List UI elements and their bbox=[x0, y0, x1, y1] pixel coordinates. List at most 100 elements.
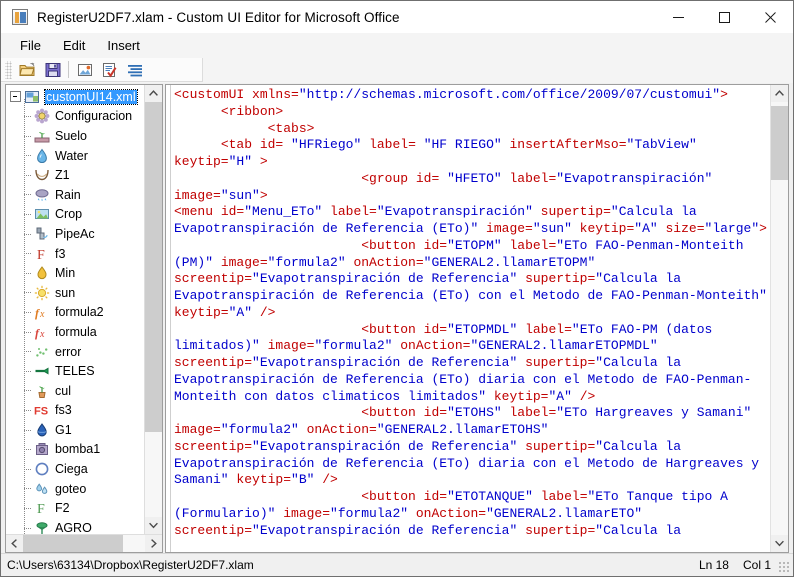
tree-scroll-left-button[interactable] bbox=[6, 535, 23, 552]
editor-scroll-up-button[interactable] bbox=[771, 85, 788, 102]
editor-scroll-down-button[interactable] bbox=[771, 535, 788, 552]
code-token-attr: supertip= bbox=[517, 522, 596, 538]
code-token-val: "formula2" bbox=[330, 505, 409, 521]
tree-item-label: sun bbox=[55, 285, 76, 300]
close-button[interactable] bbox=[747, 1, 793, 33]
svg-text:x: x bbox=[39, 329, 45, 340]
tree-item-fs3[interactable]: FS fs3 bbox=[6, 401, 144, 421]
tree-item-f2[interactable]: F F2 bbox=[6, 498, 144, 518]
code-token-val: "formula2" bbox=[314, 338, 393, 354]
tree-item-configuracion[interactable]: Configuracion bbox=[6, 107, 144, 127]
xml-code-editor[interactable]: <customUI xmlns="http://schemas.microsof… bbox=[171, 85, 770, 552]
open-file-button[interactable] bbox=[15, 58, 40, 81]
code-token-attr: onAction= bbox=[298, 422, 377, 437]
code-token-val: "large" bbox=[704, 221, 760, 236]
tree-item-label: Crop bbox=[55, 207, 83, 222]
tree-hscroll-track[interactable] bbox=[23, 535, 145, 552]
tree-scroll-up-button[interactable] bbox=[145, 85, 162, 102]
minimize-button[interactable] bbox=[655, 1, 701, 33]
tree-item-label: fs3 bbox=[55, 403, 72, 418]
code-token-tag: <customUI bbox=[174, 87, 253, 102]
fx-orange-icon: fx bbox=[34, 304, 50, 320]
insert-icon-button[interactable] bbox=[72, 58, 97, 81]
code-line: <customUI xmlns="http://schemas.microsof… bbox=[174, 87, 770, 104]
menu-item-edit[interactable]: Edit bbox=[52, 35, 96, 56]
editor-scroll-track[interactable] bbox=[771, 102, 788, 535]
resize-grip[interactable] bbox=[778, 561, 790, 573]
tree-item-ciega[interactable]: Ciega bbox=[6, 459, 144, 479]
tree-scroll-right-button[interactable] bbox=[145, 535, 162, 552]
tree-item-label: PipeAc bbox=[55, 226, 95, 241]
status-line-number: Ln 18 bbox=[698, 558, 729, 572]
format-xml-button[interactable] bbox=[122, 58, 147, 81]
code-line: <button id="ETOTANQUE" label="ETo Tanque… bbox=[174, 489, 770, 539]
tree-item-goteo[interactable]: goteo bbox=[6, 479, 144, 499]
editor-scroll-thumb[interactable] bbox=[771, 106, 788, 180]
tree-scroll-thumb[interactable] bbox=[145, 102, 162, 432]
svg-text:FS: FS bbox=[34, 406, 48, 418]
tree-item-label: Suelo bbox=[55, 128, 87, 143]
tree-scroll-down-button[interactable] bbox=[145, 517, 162, 534]
tree-item-min[interactable]: Min bbox=[6, 263, 144, 283]
code-token-attr: label= bbox=[322, 204, 377, 220]
tree-item-f3[interactable]: F f3 bbox=[6, 244, 144, 264]
code-token-val: "H" bbox=[228, 154, 253, 169]
tree-item-customui14[interactable]: customUI14.xml bbox=[6, 87, 144, 107]
code-token-val: "sun" bbox=[220, 187, 260, 203]
tree-item-label: error bbox=[55, 344, 82, 359]
maximize-button[interactable] bbox=[701, 1, 747, 33]
tree-horizontal-scrollbar[interactable] bbox=[6, 534, 162, 552]
green-shape-icon bbox=[34, 363, 50, 379]
tree-item-formula[interactable]: fx formula bbox=[6, 322, 144, 342]
code-token-tag: <ribbon> bbox=[174, 103, 284, 119]
code-token-val: "Evapotranspiración de Referencia" bbox=[252, 355, 518, 370]
code-token-attr: image= bbox=[275, 505, 331, 521]
sun-icon bbox=[34, 285, 50, 301]
tree-item-cul[interactable]: cul bbox=[6, 381, 144, 401]
code-token-attr: onAction= bbox=[392, 338, 471, 354]
tree-item-sun[interactable]: sun bbox=[6, 283, 144, 303]
tree-item-bomba1[interactable]: bomba1 bbox=[6, 440, 144, 460]
arc-curve-icon bbox=[34, 167, 50, 183]
code-token-val: "Evapotranspiración" bbox=[376, 204, 533, 220]
code-token-val: "Evapotranspiración de Referencia" bbox=[252, 522, 518, 538]
tree-item-crop[interactable]: Crop bbox=[6, 205, 144, 225]
status-column-number: Col 1 bbox=[742, 558, 771, 572]
tree-item-teles[interactable]: TELES bbox=[6, 361, 144, 381]
tree-item-pipeac[interactable]: PipeAc bbox=[6, 224, 144, 244]
blue-drop-icon bbox=[34, 422, 50, 438]
code-token-attr: onAction= bbox=[408, 505, 487, 521]
tree-scroll-track[interactable] bbox=[145, 102, 162, 517]
code-token-val: "Evapotranspiración" bbox=[556, 170, 713, 186]
tree-item-suelo[interactable]: Suelo bbox=[6, 126, 144, 146]
tree-item-error[interactable]: error bbox=[6, 342, 144, 362]
menu-item-file[interactable]: File bbox=[9, 35, 52, 56]
fx-red-icon: fx bbox=[34, 324, 50, 340]
code-token-attr: supertip= bbox=[532, 204, 611, 220]
code-token-tag: > bbox=[759, 221, 767, 236]
code-token-val: "formula2" bbox=[220, 422, 299, 437]
editor-vertical-scrollbar[interactable] bbox=[770, 85, 788, 552]
toolbar-grip[interactable] bbox=[5, 60, 12, 79]
validate-button[interactable] bbox=[97, 58, 122, 81]
code-token-tag: > bbox=[259, 187, 268, 203]
tree-hscroll-thumb[interactable] bbox=[23, 535, 123, 552]
tree-item-water[interactable]: Water bbox=[6, 146, 144, 166]
tree-item-formula2[interactable]: fx formula2 bbox=[6, 303, 144, 323]
code-token-val: "GENERAL2.llamarETOPM" bbox=[423, 254, 596, 270]
code-token-attr: id= bbox=[259, 137, 292, 153]
tree-scroll-area[interactable]: customUI14.xml Configuracion Suelo Water… bbox=[6, 85, 144, 534]
tree-item-agro[interactable]: AGRO bbox=[6, 518, 144, 534]
code-line: <button id="ETOPM" label="ETo FAO-Penman… bbox=[174, 238, 770, 322]
code-token-tag: > bbox=[252, 154, 268, 169]
tree-item-z1[interactable]: Z1 bbox=[6, 165, 144, 185]
custom-ui-editor-window: RegisterU2DF7.xlam - Custom UI Editor fo… bbox=[0, 0, 794, 577]
code-token-val: "ETOTANQUE" bbox=[447, 489, 533, 504]
menu-item-insert[interactable]: Insert bbox=[96, 35, 151, 56]
save-button[interactable] bbox=[40, 58, 65, 81]
collapse-expander-icon[interactable] bbox=[10, 91, 21, 103]
tree-vertical-scrollbar[interactable] bbox=[144, 85, 162, 534]
tree-item-g1[interactable]: G1 bbox=[6, 420, 144, 440]
tree-item-rain[interactable]: Rain bbox=[6, 185, 144, 205]
code-token-attr: label= bbox=[501, 170, 557, 186]
